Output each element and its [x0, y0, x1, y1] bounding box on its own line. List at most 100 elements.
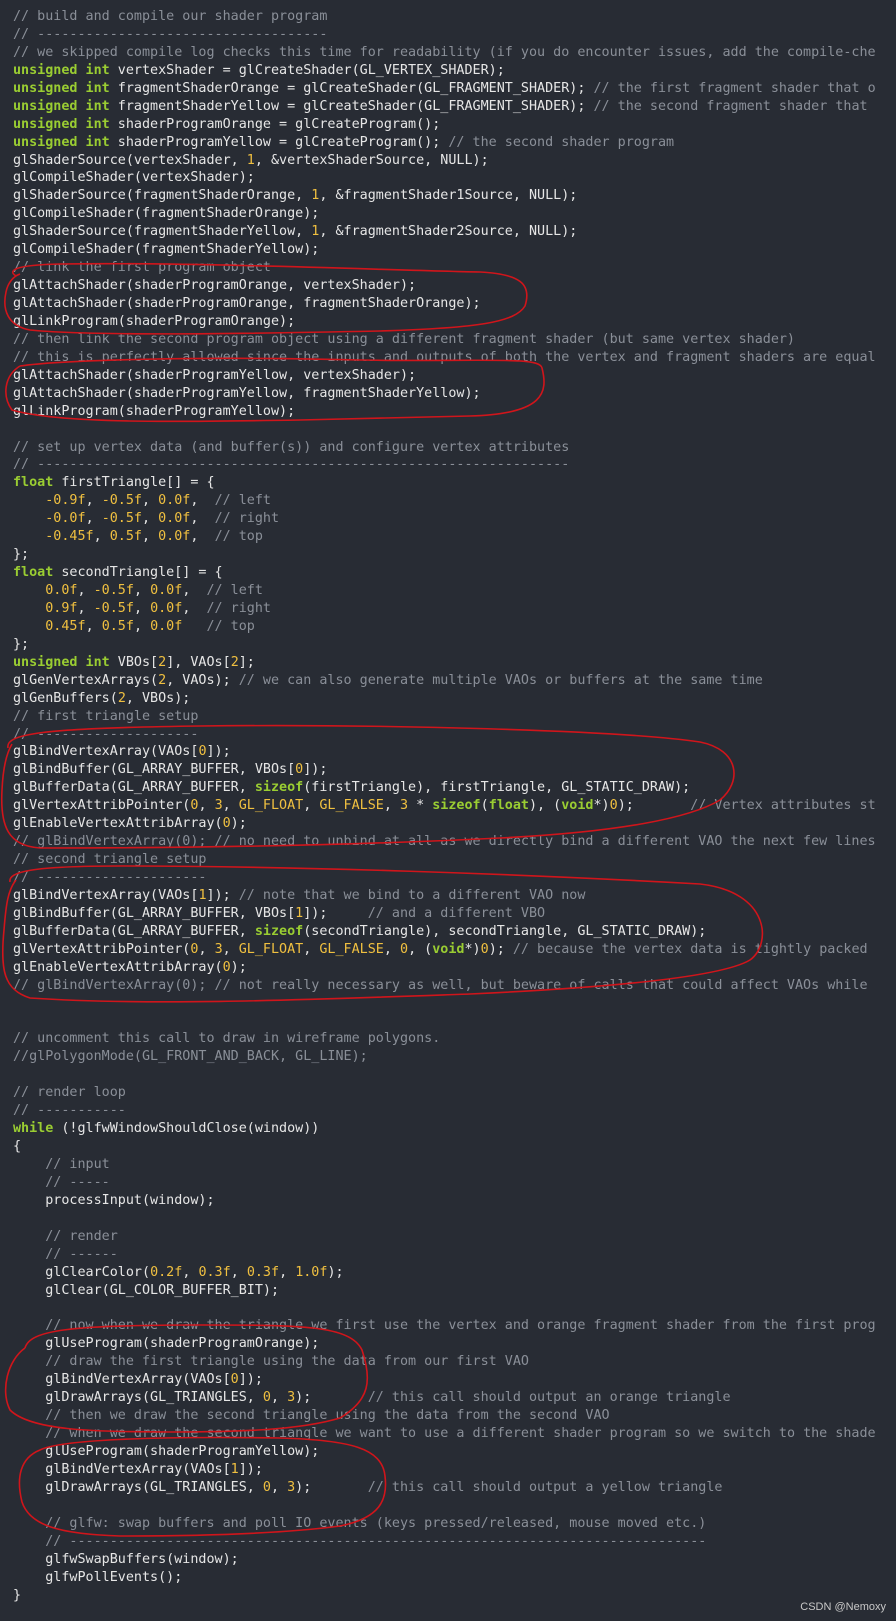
code-text: , &fragmentShader1Source, NULL); — [319, 188, 578, 204]
code-number: 0 — [609, 798, 618, 814]
code-text: , ( — [408, 941, 433, 957]
code-line: glShaderSource(fragmentShaderOrange, 1, … — [13, 187, 876, 205]
code-comment: // Vertex attributes st — [690, 798, 876, 814]
code-text: , &fragmentShader2Source, NULL); — [319, 224, 578, 240]
code-number: -0.5f — [93, 600, 134, 616]
code-line: 0.9f, -0.5f, 0.0f, // right — [13, 600, 876, 618]
code-line: glDrawArrays(GL_TRIANGLES, 0, 3); // thi… — [13, 1389, 876, 1407]
code-text: vertexShader = glCreateShader(GL_VERTEX_… — [109, 62, 505, 78]
code-number: 2 — [230, 654, 239, 670]
code-line: // -------------------------------------… — [13, 1533, 876, 1551]
code-comment: // input — [45, 1157, 110, 1172]
code-line: glClearColor(0.2f, 0.3f, 0.3f, 1.0f); — [13, 1264, 876, 1282]
code-line: // set up vertex data (and buffer(s)) an… — [13, 439, 876, 457]
code-text: (!glfwWindowShouldClose(window)) — [53, 1121, 320, 1137]
code-text: glShaderSource(vertexShader, — [13, 152, 247, 168]
code-comment: // first triangle setup — [13, 708, 199, 724]
code-number: GL_FLOAT — [238, 941, 304, 957]
code-keyword: void — [432, 941, 465, 957]
code-text: shaderProgramOrange = glCreateProgram(); — [109, 116, 441, 132]
code-text: , — [279, 1264, 296, 1280]
code-text: , — [182, 600, 207, 616]
code-line: glCompileShader(vertexShader); — [13, 169, 876, 187]
code-editor: // build and compile our shader program /… — [13, 8, 876, 1604]
code-text: * — [408, 798, 433, 814]
code-text: glShaderSource(fragmentShaderYellow, — [13, 224, 312, 240]
code-line: glShaderSource(fragmentShaderYellow, 1, … — [13, 223, 876, 241]
code-comment: // now when we draw the triangle we firs… — [45, 1318, 876, 1334]
code-text: glBindVertexArray(VAOs[ — [13, 1461, 231, 1477]
code-text: , — [190, 529, 215, 545]
code-line: { — [13, 1138, 876, 1156]
code-line: // ----- — [13, 1174, 876, 1192]
code-line: glDrawArrays(GL_TRIANGLES, 0, 3); // thi… — [13, 1479, 876, 1497]
code-line: float secondTriangle[] = { — [13, 564, 876, 582]
code-text: glClearColor( — [13, 1264, 151, 1280]
code-text: glShaderSource(fragmentShaderOrange, — [13, 188, 312, 204]
code-comment: // -------------------------------------… — [45, 1533, 707, 1549]
code-number: -0.45f — [45, 529, 94, 545]
code-line: glEnableVertexAttribArray(0); — [13, 815, 876, 833]
code-number: -0.5f — [101, 511, 142, 527]
code-line: glShaderSource(vertexShader, 1, &vertexS… — [13, 152, 876, 170]
code-keyword: while — [13, 1121, 54, 1137]
code-line: // draw the first triangle using the dat… — [13, 1353, 876, 1371]
code-text: , — [142, 493, 159, 509]
code-line: glfwPollEvents(); — [13, 1569, 876, 1587]
code-text: , — [93, 529, 110, 545]
code-comment: // -------------------------------------… — [13, 457, 570, 473]
code-number: 0 — [198, 744, 207, 760]
code-text: *) — [593, 798, 610, 814]
code-line: glVertexAttribPointer(0, 3, GL_FLOAT, GL… — [13, 797, 876, 815]
code-line: // render — [13, 1228, 876, 1246]
code-comment: // glBindVertexArray(0); // no need to u… — [13, 834, 876, 850]
code-number: 0.0f — [150, 600, 183, 616]
code-text: glBufferData(GL_ARRAY_BUFFER, — [13, 923, 255, 939]
code-line: }; — [13, 546, 876, 564]
code-comment: // the first fragment shader that o — [593, 80, 876, 96]
code-number: 0 — [400, 941, 409, 957]
code-line: // now when we draw the triangle we firs… — [13, 1317, 876, 1335]
code-line: // link the first program object — [13, 259, 876, 277]
code-text: glAttachShader(shaderProgramOrange, frag… — [13, 296, 481, 311]
code-line: // glfw: swap buffers and poll IO events… — [13, 1515, 876, 1533]
code-comment: // second triangle setup — [13, 852, 207, 868]
code-comment: // then link the second program object u… — [13, 331, 795, 347]
code-text: , — [85, 493, 102, 509]
code-line: // uncomment this call to draw in wirefr… — [13, 1030, 876, 1048]
code-text: *) — [464, 941, 481, 957]
code-line: glBindVertexArray(VAOs[0]); — [13, 1371, 876, 1389]
code-line: glBindVertexArray(VAOs[1]); — [13, 1461, 876, 1479]
code-line: unsigned int vertexShader = glCreateShad… — [13, 62, 876, 80]
code-line: glVertexAttribPointer(0, 3, GL_FLOAT, GL… — [13, 941, 876, 959]
code-text: (secondTriangle), secondTriangle, GL_STA… — [303, 923, 707, 939]
code-line: unsigned int shaderProgramOrange = glCre… — [13, 116, 876, 134]
code-text: ), ( — [529, 798, 562, 814]
code-comment: // set up vertex data (and buffer(s)) an… — [13, 439, 570, 455]
code-text: , — [303, 798, 320, 814]
code-line: // when we draw the second triangle we w… — [13, 1425, 876, 1443]
code-number: 0.3f — [198, 1264, 231, 1280]
code-line: glAttachShader(shaderProgramOrange, frag… — [13, 295, 876, 313]
code-line: glCompileShader(fragmentShaderYellow); — [13, 241, 876, 259]
code-number: 1 — [198, 887, 207, 903]
code-line: // glBindVertexArray(0); // no need to u… — [13, 833, 876, 851]
code-number: 3 — [400, 798, 409, 814]
code-text: ( — [480, 798, 489, 814]
code-text: glBindVertexArray(VAOs[ — [13, 887, 199, 903]
code-text: glAttachShader(shaderProgramOrange, vert… — [13, 278, 417, 294]
code-text: glBindVertexArray(VAOs[ — [13, 744, 199, 760]
code-line: // --------------------- — [13, 869, 876, 887]
code-line: glLinkProgram(shaderProgramOrange); — [13, 313, 876, 331]
code-line: -0.0f, -0.5f, 0.0f, // right — [13, 510, 876, 528]
code-text: glAttachShader(shaderProgramYellow, vert… — [13, 367, 417, 383]
